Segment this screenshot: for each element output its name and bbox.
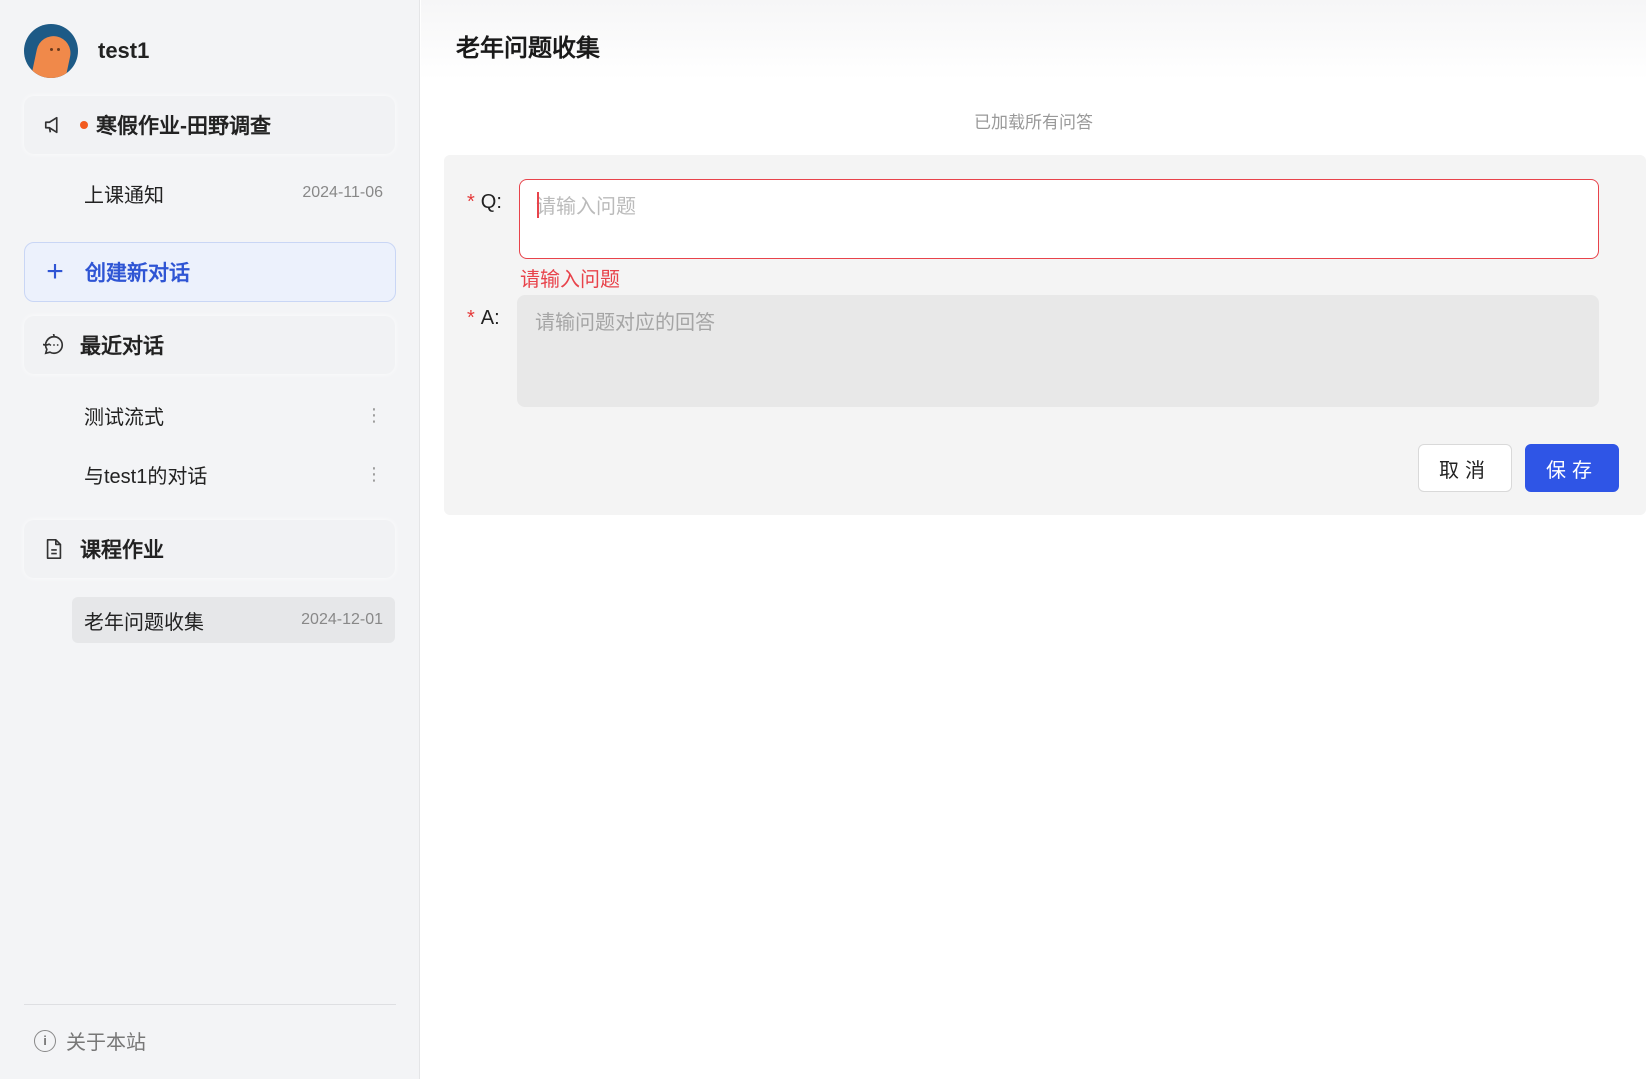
megaphone-icon [42, 113, 66, 137]
page-title: 老年问题收集 [456, 35, 600, 62]
notice-title: 上课通知 [84, 184, 164, 207]
homework-date: 2024-12-01 [301, 611, 383, 628]
announcement-label: 寒假作业-田野调查 [96, 115, 271, 138]
new-chat-button[interactable]: + 创建新对话 [24, 242, 396, 302]
chat-item[interactable]: 与test1的对话 ⋮ [72, 451, 395, 497]
sidebar-divider [24, 1004, 396, 1005]
homework-header[interactable]: 课程作业 [24, 520, 395, 578]
homework-item[interactable]: 老年问题收集 2024-12-01 [72, 597, 395, 643]
answer-input[interactable]: 请输问题对应的回答 [517, 295, 1599, 407]
homework-title: 老年问题收集 [84, 611, 204, 634]
loaded-note: 已加载所有问答 [974, 113, 1093, 132]
chat-bubble-icon [42, 333, 66, 357]
question-input[interactable]: 请输入问题 [519, 179, 1599, 259]
answer-placeholder: 请输问题对应的回答 [535, 312, 715, 334]
question-placeholder: 请输入问题 [536, 196, 636, 218]
question-label: * Q: [467, 191, 502, 213]
chat-title: 与test1的对话 [84, 465, 208, 488]
main-panel: 老年问题收集 已加载所有问答 * Q: 请输入问题 请输入问题 * A: 请输问题对… [421, 0, 1646, 1079]
cancel-button[interactable]: 取消 [1418, 444, 1512, 492]
qa-form: * Q: 请输入问题 请输入问题 * A: 请输问题对应的回答 取消 保存 [444, 155, 1646, 515]
unread-dot [80, 121, 88, 129]
username: test1 [98, 38, 150, 63]
more-vertical-icon[interactable]: ⋮ [365, 465, 383, 483]
homework-label: 课程作业 [80, 539, 164, 562]
notice-date: 2024-11-06 [302, 184, 383, 201]
required-mark: * [467, 307, 475, 329]
plus-icon: + [46, 255, 64, 288]
required-mark: * [467, 191, 475, 213]
save-button[interactable]: 保存 [1525, 444, 1619, 492]
question-error: 请输入问题 [520, 269, 620, 291]
recent-chats-header[interactable]: 最近对话 [24, 316, 395, 374]
sidebar: test1 寒假作业-田野调查 上课通知 2024-11-06 + 创建新对话 [0, 0, 420, 1079]
more-vertical-icon[interactable]: ⋮ [365, 406, 383, 424]
answer-label: * A: [467, 307, 500, 329]
about-link[interactable]: i 关于本站 [34, 1026, 146, 1055]
info-icon: i [34, 1029, 56, 1052]
text-caret [537, 192, 539, 218]
chat-title: 测试流式 [84, 406, 164, 429]
chat-item[interactable]: 测试流式 ⋮ [72, 392, 395, 438]
top-bar: 老年问题收集 [421, 0, 1646, 80]
avatar [24, 24, 78, 78]
recent-chats-label: 最近对话 [80, 335, 164, 358]
about-label: 关于本站 [66, 1032, 146, 1054]
user-profile[interactable]: test1 [24, 24, 149, 78]
new-chat-label: 创建新对话 [85, 262, 190, 285]
notice-item[interactable]: 上课通知 2024-11-06 [72, 170, 395, 216]
announcement-item[interactable]: 寒假作业-田野调查 [24, 96, 395, 154]
document-icon [42, 537, 66, 561]
